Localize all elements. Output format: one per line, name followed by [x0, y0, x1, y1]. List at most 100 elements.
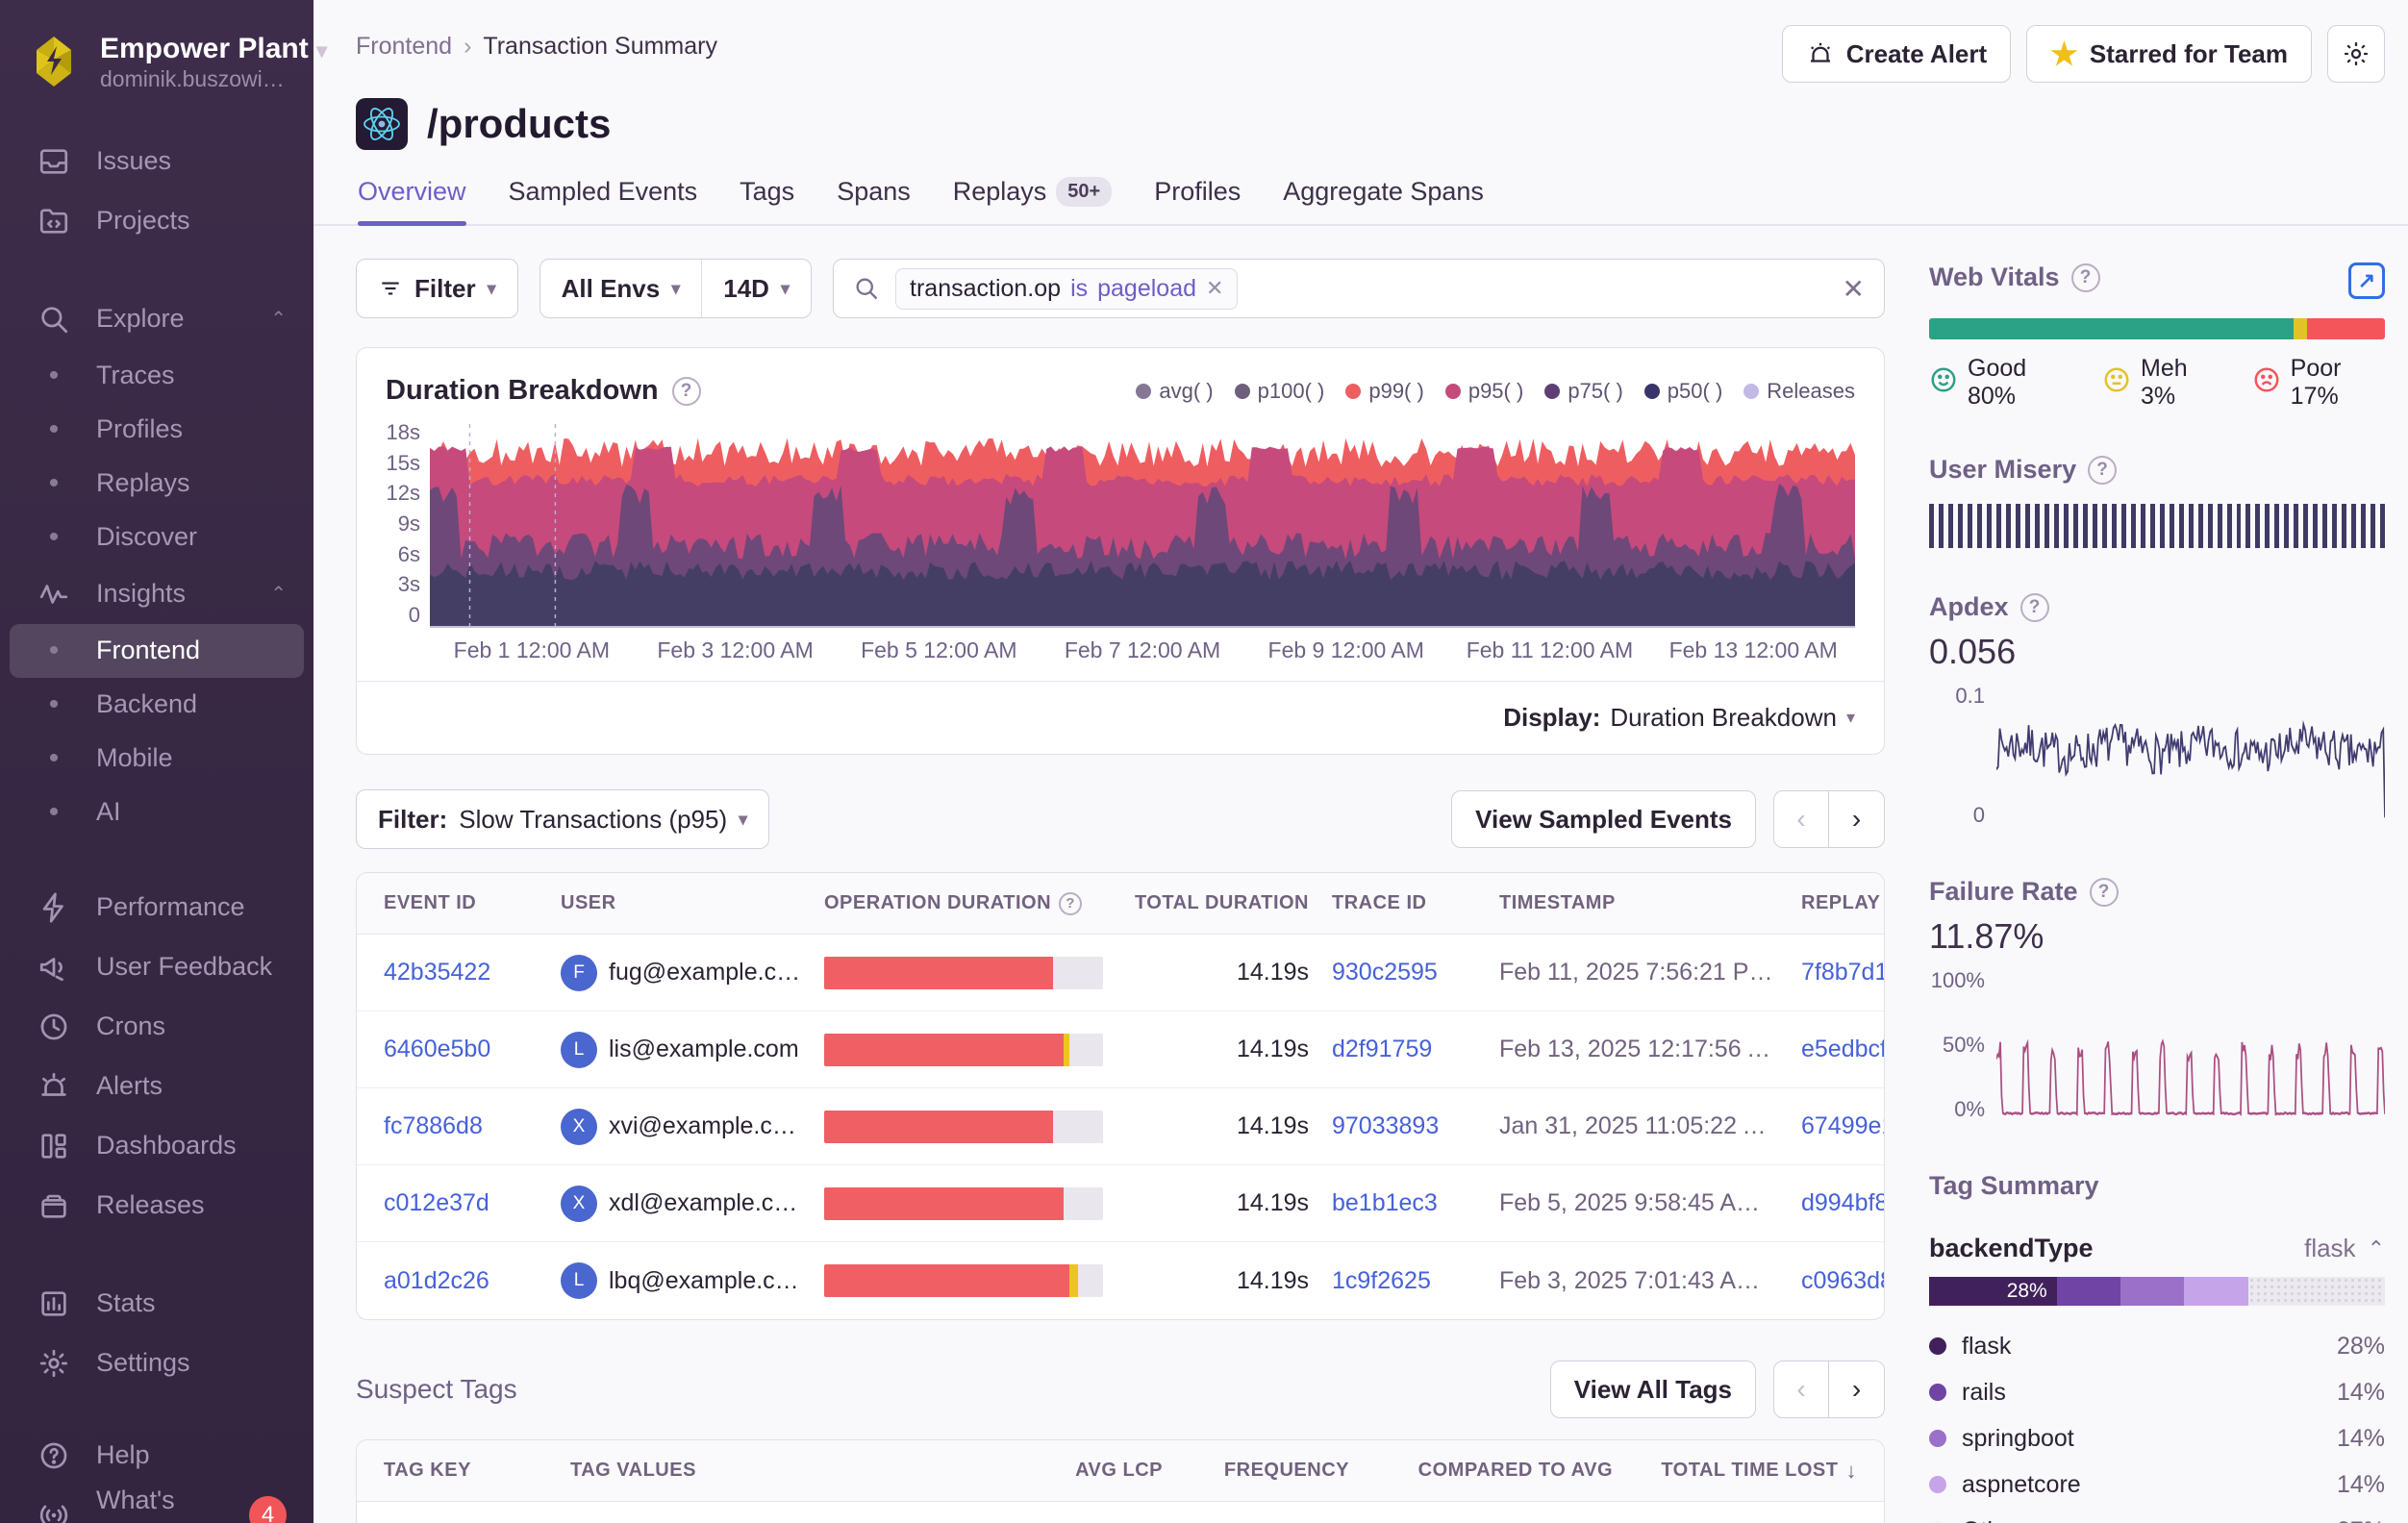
- env-selector[interactable]: All Envs▾: [540, 260, 702, 317]
- legend-label: p95( ): [1468, 379, 1523, 404]
- sidebar-item-crons[interactable]: Crons: [10, 997, 304, 1057]
- sidebar-item-performance[interactable]: Performance: [10, 878, 304, 937]
- event-id-link[interactable]: 6460e5b0: [384, 1036, 490, 1063]
- tab-replays[interactable]: Replays50+: [953, 177, 1112, 224]
- events-filter-button[interactable]: Filter: Slow Transactions (p95) ▾: [357, 790, 768, 848]
- sidebar-item-user-feedback[interactable]: User Feedback: [10, 937, 304, 997]
- sidebar-item-discover[interactable]: •Discover: [10, 511, 304, 564]
- column-header-label: TAG KEY: [384, 1460, 471, 1482]
- event-id-link[interactable]: 42b35422: [384, 959, 490, 986]
- sidebar-item-help[interactable]: Help: [10, 1426, 304, 1486]
- tag-selected-value[interactable]: flask⌃: [2304, 1234, 2385, 1263]
- sidebar-item-alerts[interactable]: Alerts: [10, 1057, 304, 1116]
- sidebar-item-explore[interactable]: Explore⌃: [10, 289, 304, 349]
- suspect-pager-prev-button[interactable]: ‹: [1773, 1361, 1829, 1418]
- sidebar-item-what-s-new[interactable]: What's new4: [10, 1486, 304, 1523]
- sidebar-item-label: Settings: [96, 1348, 190, 1378]
- duration-chart-plot[interactable]: [430, 420, 1855, 628]
- tag-legend-row[interactable]: rails14%: [1929, 1369, 2385, 1415]
- column-header-replay[interactable]: REPLAY: [1801, 892, 1885, 914]
- pager-prev-button[interactable]: ‹: [1773, 790, 1829, 848]
- pager-next-button[interactable]: ›: [1829, 790, 1885, 848]
- sidebar-item-insights[interactable]: Insights⌃: [10, 564, 304, 624]
- replay-id-link[interactable]: 67499e14: [1801, 1112, 1885, 1140]
- sidebar-item-frontend[interactable]: •Frontend: [10, 624, 304, 678]
- help-circle-icon[interactable]: ?: [2071, 263, 2100, 292]
- tab-sampled-events[interactable]: Sampled Events: [509, 177, 698, 224]
- trace-id-link[interactable]: 97033893: [1332, 1112, 1439, 1140]
- legend-item-Releases[interactable]: Releases: [1743, 379, 1855, 404]
- column-header-total-duration[interactable]: TOTAL DURATION: [1126, 892, 1309, 914]
- org-switcher[interactable]: Empower Plant ▾ dominik.buszowiec…: [0, 25, 314, 99]
- display-selector[interactable]: Duration Breakdown: [1610, 703, 1837, 733]
- trace-id-link[interactable]: 1c9f2625: [1332, 1267, 1431, 1295]
- trace-id-link[interactable]: d2f91759: [1332, 1036, 1432, 1063]
- column-header-label: TRACE ID: [1332, 892, 1426, 914]
- period-selector[interactable]: 14D▾: [701, 260, 811, 317]
- sidebar-item-backend[interactable]: •Backend: [10, 678, 304, 732]
- tab-spans[interactable]: Spans: [837, 177, 911, 224]
- view-all-tags-button[interactable]: View All Tags: [1550, 1361, 1756, 1418]
- column-header-timestamp[interactable]: TIMESTAMP: [1499, 892, 1778, 914]
- sidebar-item-traces[interactable]: •Traces: [10, 349, 304, 403]
- operation-duration-cell: [824, 1264, 1103, 1297]
- help-circle-icon[interactable]: ?: [1059, 892, 1082, 915]
- sidebar-item-dashboards[interactable]: Dashboards: [10, 1116, 304, 1176]
- help-circle-icon[interactable]: ?: [2088, 456, 2117, 485]
- replay-id-link[interactable]: 7f8b7d1a: [1801, 959, 1885, 986]
- sidebar-item-settings[interactable]: Settings: [10, 1334, 304, 1393]
- settings-gear-button[interactable]: [2327, 25, 2385, 83]
- column-header-total-time-lost[interactable]: TOTAL TIME LOST↓: [1636, 1459, 1857, 1484]
- starred-for-team-button[interactable]: ★ Starred for Team: [2026, 25, 2312, 83]
- sidebar-item-profiles[interactable]: •Profiles: [10, 403, 304, 457]
- search-clear-icon[interactable]: ✕: [1843, 273, 1865, 305]
- event-id-link[interactable]: fc7886d8: [384, 1112, 483, 1140]
- sidebar-item-releases[interactable]: Releases: [10, 1176, 304, 1236]
- tag-legend-row[interactable]: flask28%: [1929, 1323, 2385, 1369]
- column-header-trace-id[interactable]: TRACE ID: [1332, 892, 1476, 914]
- sidebar-item-projects[interactable]: Projects: [10, 191, 304, 251]
- create-alert-button[interactable]: Create Alert: [1782, 25, 2011, 83]
- tab-tags[interactable]: Tags: [740, 177, 794, 224]
- replay-id-link[interactable]: e5edbcfe: [1801, 1036, 1885, 1063]
- legend-item-p100[interactable]: p100( ): [1235, 379, 1325, 404]
- nav-gap: [0, 1236, 314, 1274]
- legend-item-p99[interactable]: p99( ): [1345, 379, 1423, 404]
- column-header-operation-duration[interactable]: OPERATION DURATION?: [824, 892, 1103, 915]
- help-circle-icon[interactable]: ?: [2090, 878, 2119, 907]
- event-id-link[interactable]: c012e37d: [384, 1189, 489, 1217]
- filter-button[interactable]: Filter ▾: [357, 260, 517, 317]
- trace-id-link[interactable]: 930c2595: [1332, 959, 1438, 986]
- help-circle-icon[interactable]: ?: [672, 377, 701, 406]
- tag-legend-row[interactable]: springboot14%: [1929, 1415, 2385, 1461]
- legend-item-p50[interactable]: p50( ): [1644, 379, 1722, 404]
- legend-item-p95[interactable]: p95( ): [1445, 379, 1523, 404]
- tag-legend-row[interactable]: aspnetcore14%: [1929, 1461, 2385, 1508]
- suspect-pager-next-button[interactable]: ›: [1829, 1361, 1885, 1418]
- tag-distribution-bar[interactable]: 28%: [1929, 1277, 2385, 1306]
- replay-id-link[interactable]: d994bf8d: [1801, 1189, 1885, 1217]
- external-link-icon[interactable]: ↗: [2348, 262, 2385, 299]
- tab-profiles[interactable]: Profiles: [1154, 177, 1241, 224]
- sidebar-item-issues[interactable]: Issues: [10, 132, 304, 191]
- replay-id-link[interactable]: c0963d8b: [1801, 1267, 1885, 1295]
- sidebar-item-mobile[interactable]: •Mobile: [10, 732, 304, 786]
- sidebar-item-ai[interactable]: •AI: [10, 786, 304, 839]
- search-token[interactable]: transaction.op is pageload ✕: [895, 268, 1238, 310]
- column-header-user[interactable]: USER: [561, 892, 801, 914]
- breadcrumb-frontend[interactable]: Frontend: [356, 33, 452, 61]
- search-bar[interactable]: transaction.op is pageload ✕ ✕: [833, 259, 1885, 318]
- trace-id-link[interactable]: be1b1ec3: [1332, 1189, 1438, 1217]
- tab-aggregate-spans[interactable]: Aggregate Spans: [1283, 177, 1484, 224]
- event-id-link[interactable]: a01d2c26: [384, 1267, 489, 1295]
- help-circle-icon[interactable]: ?: [2020, 593, 2049, 622]
- tag-legend-row[interactable]: Other27%: [1929, 1508, 2385, 1523]
- view-sampled-events-button[interactable]: View Sampled Events: [1451, 790, 1756, 848]
- sidebar-item-stats[interactable]: Stats: [10, 1274, 304, 1334]
- token-remove-icon[interactable]: ✕: [1206, 276, 1223, 301]
- sidebar-item-replays[interactable]: •Replays: [10, 457, 304, 511]
- tab-overview[interactable]: Overview: [358, 177, 466, 224]
- column-header-event-id[interactable]: EVENT ID: [384, 892, 538, 914]
- legend-item-p75[interactable]: p75( ): [1544, 379, 1622, 404]
- legend-item-avg[interactable]: avg( ): [1136, 379, 1213, 404]
